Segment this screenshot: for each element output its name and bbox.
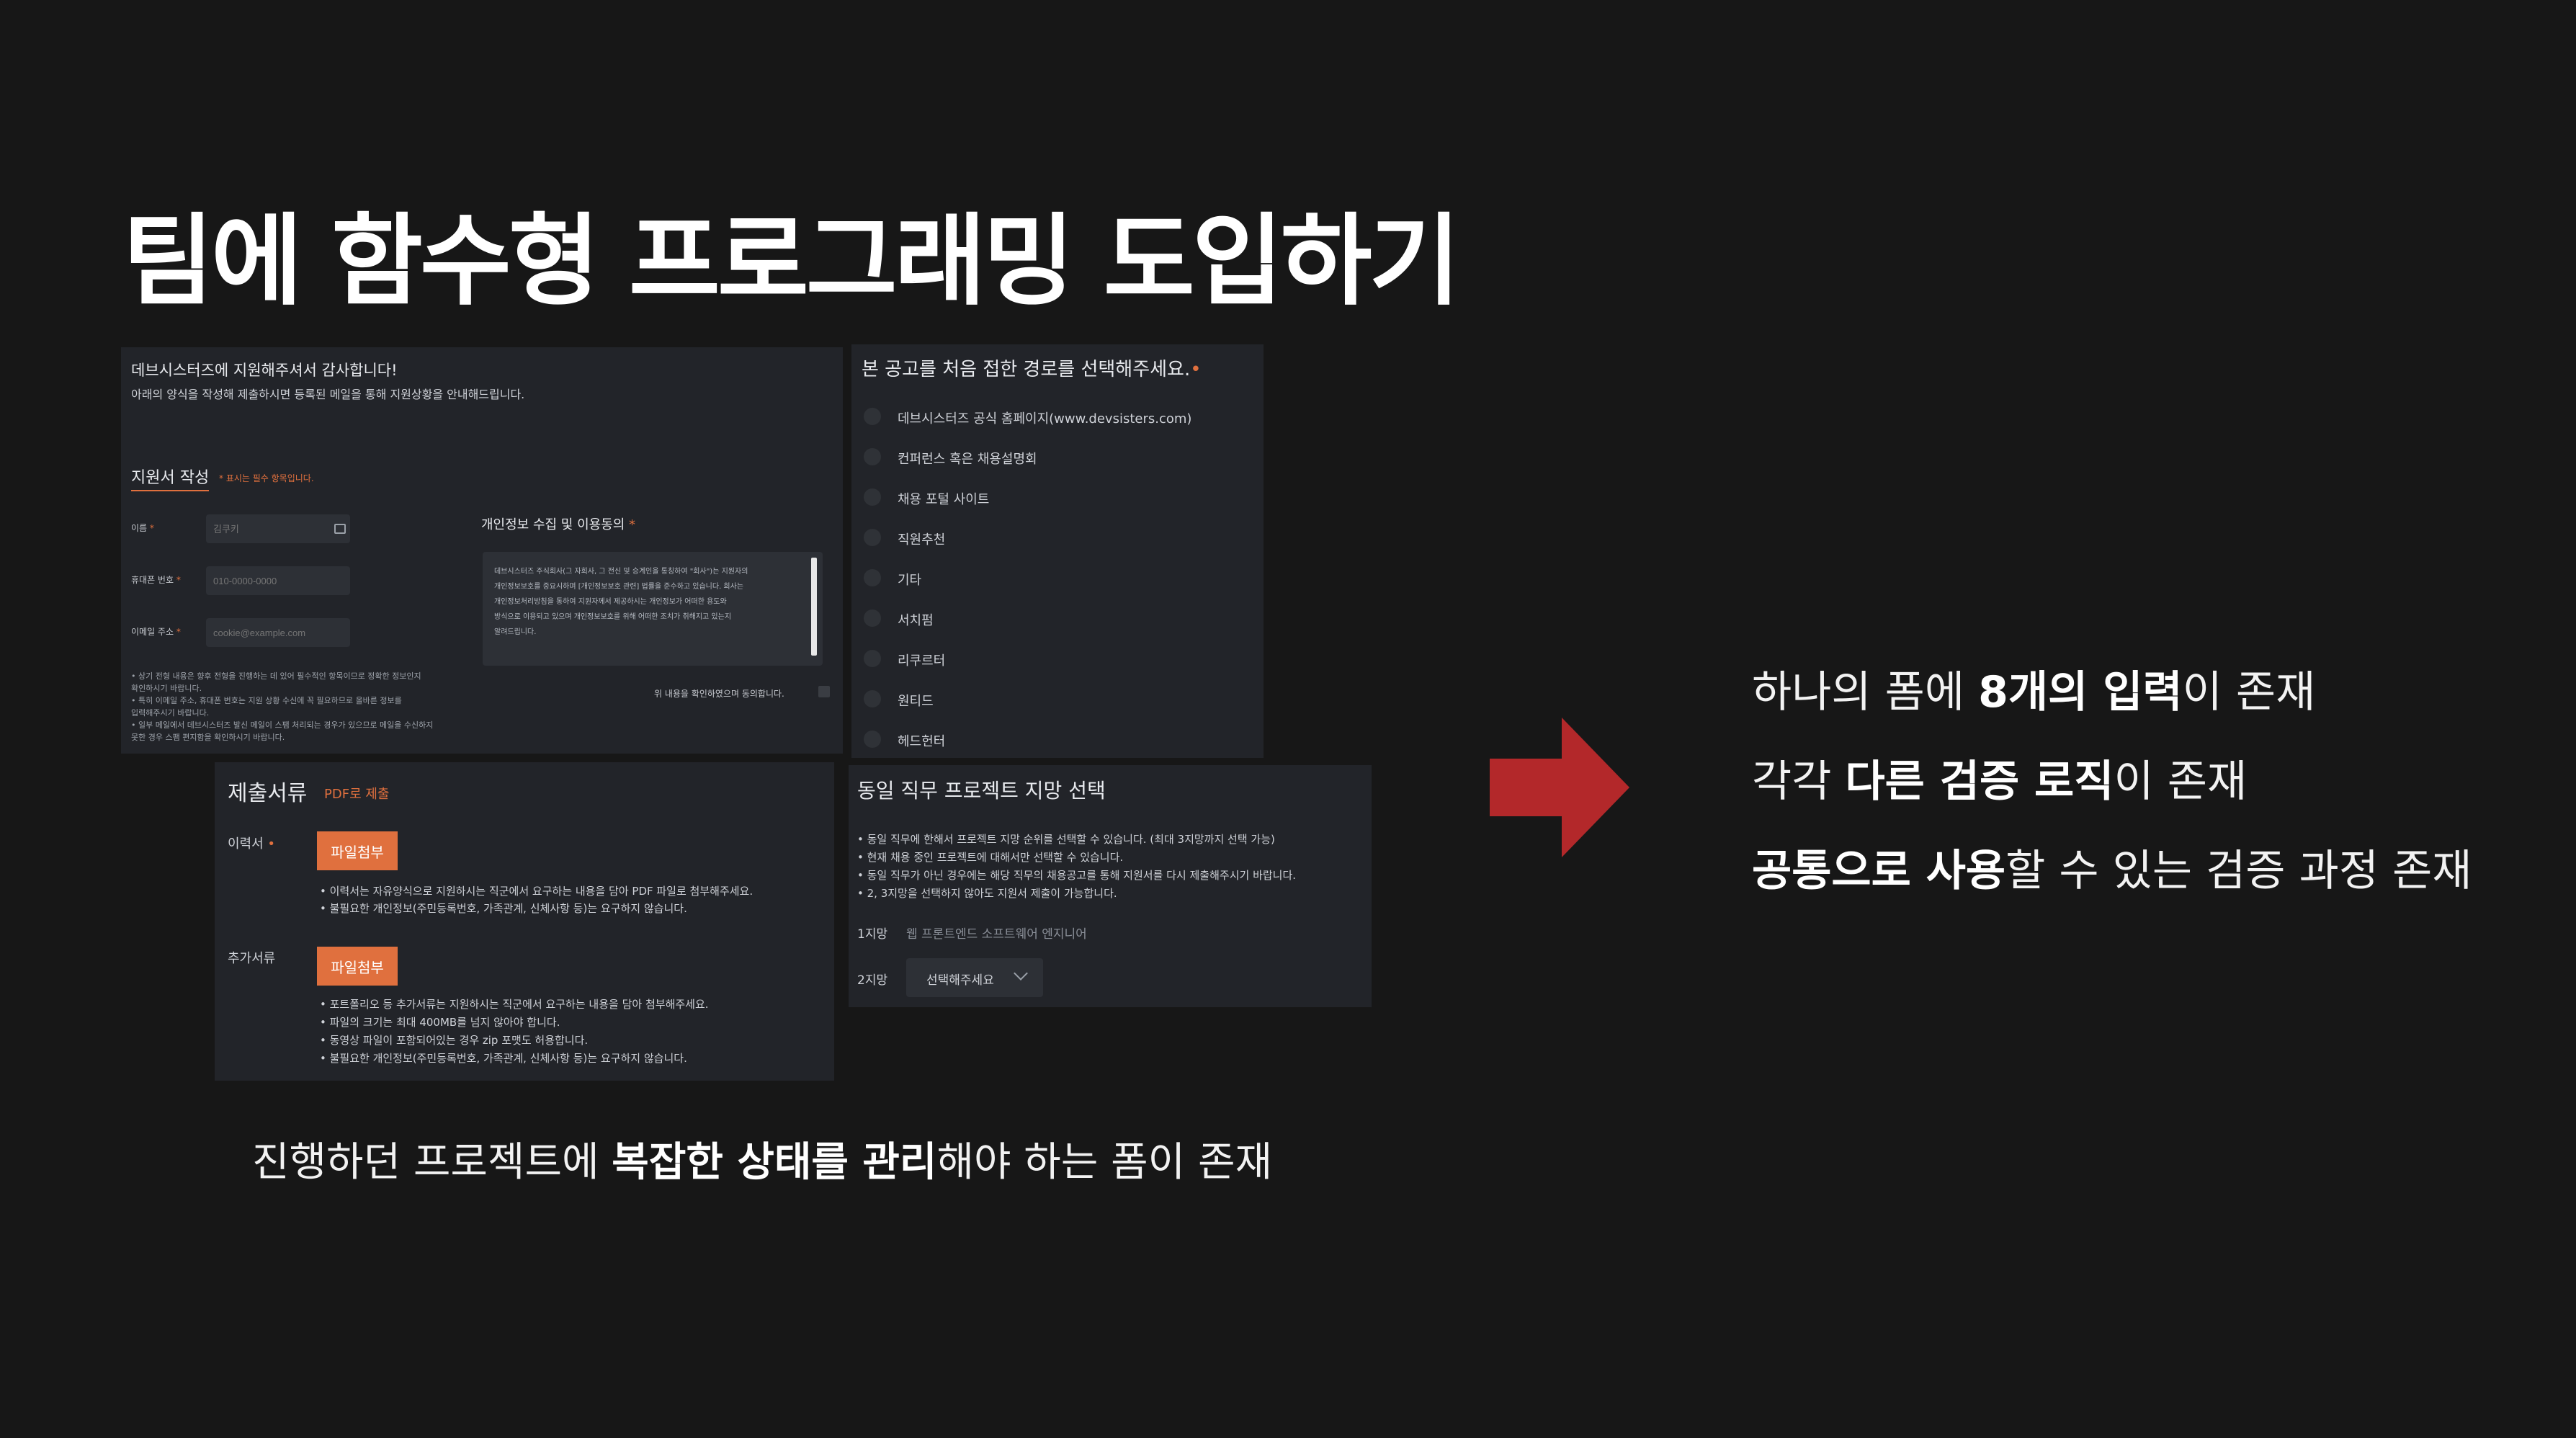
agree-checkbox[interactable] [818, 686, 830, 697]
source-question-panel: 본 공고를 처음 접한 경로를 선택해주세요.• 데브시스터즈 공식 홈페이지(… [851, 344, 1264, 758]
form-note: 입력해주시기 바랍니다. [131, 708, 210, 718]
bullet-inputs: 하나의 폼에 8개의 입력이 존재 [1752, 667, 2316, 718]
extra-docs-note: • 포트폴리오 등 추가서류는 지원하시는 직군에서 요구하는 내용을 담아 첨… [320, 998, 709, 1011]
source-option-label: 원티드 [898, 694, 934, 709]
resume-note: • 불필요한 개인정보(주민등록번호, 가족관계, 신체사항 등)는 요구하지 … [320, 902, 687, 915]
chevron-down-icon [1014, 966, 1028, 981]
privacy-title: 개인정보 수집 및 이용동의 * [481, 517, 636, 532]
privacy-line: 개인정보보호를 중요시하며 [개인정보보호 관련] 법률을 준수하고 있습니다.… [494, 583, 744, 591]
privacy-scrollbar[interactable] [811, 558, 817, 656]
project-note: • 동일 직무가 아닌 경우에는 해당 직무의 채용공고를 통해 지원서를 다시… [857, 869, 1297, 882]
bullet-common: 공통으로 사용할 수 있는 검증 과정 존재 [1752, 846, 2472, 896]
project-title: 동일 직무 프로젝트 지망 선택 [857, 779, 1106, 803]
project-note: • 동일 직무에 한해서 프로젝트 지망 순위를 선택할 수 있습니다. (최대… [857, 833, 1275, 846]
source-question: 본 공고를 처음 접한 경로를 선택해주세요.• [862, 359, 1202, 380]
project-note: • 2, 3지망을 선택하지 않아도 지원서 제출이 가능합니다. [857, 887, 1117, 900]
arrow-right-icon [1490, 718, 1629, 857]
source-option-label: 직원추천 [898, 532, 946, 548]
form-note: 확인하시기 바랍니다. [131, 684, 202, 693]
resume-attach-button[interactable]: 파일첨부 [317, 831, 398, 870]
resume-note: • 이력서는 자유양식으로 지원하시는 직군에서 요구하는 내용을 담아 PDF… [320, 885, 753, 898]
email-input[interactable] [206, 618, 350, 647]
contact-card-icon [334, 524, 346, 534]
application-form-panel: 데브시스터즈에 지원해주셔서 감사합니다! 아래의 양식을 작성해 제출하시면 … [121, 347, 843, 754]
form-subheading: 아래의 양식을 작성해 제출하시면 등록된 메일을 통해 지원상황을 안내해드립… [131, 388, 525, 401]
form-note: 못한 경우 스팸 편지함을 확인하시기 바랍니다. [131, 733, 285, 742]
resume-label: 이력서 • [228, 836, 276, 852]
required-note: * 표시는 필수 항목입니다. [219, 473, 314, 483]
extra-docs-attach-button[interactable]: 파일첨부 [317, 947, 398, 986]
source-option-label: 헤드헌터 [898, 734, 946, 749]
source-option-label: 데브시스터즈 공식 홈페이지(www.devsisters.com) [898, 411, 1192, 427]
name-label: 이름 * [131, 523, 154, 533]
source-option-radio[interactable] [864, 529, 881, 546]
slide-caption: 진행하던 프로젝트에 복잡한 상태를 관리해야 하는 폼이 존재 [252, 1139, 1273, 1186]
documents-panel: 제출서류 PDF로 제출 이력서 • 파일첨부 • 이력서는 자유양식으로 지원… [215, 762, 834, 1081]
first-choice-label: 1지망 [857, 927, 888, 942]
source-option-radio[interactable] [864, 731, 881, 748]
source-option-radio[interactable] [864, 408, 881, 425]
source-option-radio[interactable] [864, 690, 881, 707]
extra-docs-label: 추가서류 [228, 951, 276, 966]
project-preference-panel: 동일 직무 프로젝트 지망 선택 • 동일 직무에 한해서 프로젝트 지망 순위… [849, 765, 1372, 1007]
source-option-radio[interactable] [864, 488, 881, 506]
form-note: • 일부 메일에서 데브시스터즈 발신 메일이 스팸 처리되는 경우가 있으므로… [131, 720, 434, 730]
form-note: • 특히 이메일 주소, 휴대폰 번호는 지원 상황 수신에 꼭 필요하므로 올… [131, 696, 402, 705]
source-option-label: 서치펌 [898, 613, 934, 628]
source-option-label: 리쿠르터 [898, 653, 946, 669]
project-note: • 현재 채용 중인 프로젝트에 대해서만 선택할 수 있습니다. [857, 851, 1124, 864]
second-choice-value: 선택해주세요 [926, 973, 994, 988]
documents-note: PDF로 제출 [324, 787, 390, 802]
phone-input[interactable] [206, 566, 350, 595]
source-option-label: 기타 [898, 573, 922, 588]
email-label: 이메일 주소 * [131, 627, 181, 637]
bullet-validation: 각각 다른 검증 로직이 존재 [1752, 756, 2248, 807]
privacy-line: 데브시스터즈 주식회사(그 자회사, 그 전신 및 승계인을 통칭하여 "회사"… [494, 568, 748, 576]
extra-docs-note: • 파일의 크기는 최대 400MB를 넘지 않아야 합니다. [320, 1016, 560, 1029]
privacy-line: 알려드립니다. [494, 628, 537, 636]
section-title: 지원서 작성 [131, 465, 210, 491]
privacy-terms-box[interactable]: 데브시스터즈 주식회사(그 자회사, 그 전신 및 승계인을 통칭하여 "회사"… [483, 552, 823, 666]
second-choice-label: 2지망 [857, 973, 888, 988]
source-option-radio[interactable] [864, 448, 881, 465]
source-option-radio[interactable] [864, 569, 881, 586]
agree-text: 위 내용을 확인하였으며 동의합니다. [654, 689, 784, 699]
form-note: • 상기 전형 내용은 향후 전형을 진행하는 데 있어 필수적인 항목이므로 … [131, 671, 421, 681]
source-option-radio[interactable] [864, 609, 881, 627]
privacy-line: 방식으로 이용되고 있으며 개인정보보호를 위해 어떠한 조치가 취해지고 있는… [494, 613, 732, 621]
extra-docs-note: • 동영상 파일이 포함되어있는 경우 zip 포맷도 허용합니다. [320, 1034, 589, 1047]
privacy-line: 개인정보처리방침을 통하여 지원자께서 제공하시는 개인정보가 어떠한 용도와 [494, 598, 727, 606]
slide-title: 팀에 함수형 프로그래밍 도입하기 [122, 203, 1461, 319]
first-choice-value: 웹 프론트엔드 소프트웨어 엔지니어 [906, 927, 1087, 942]
form-heading: 데브시스터즈에 지원해주셔서 감사합니다! [131, 362, 398, 379]
documents-title: 제출서류 [228, 781, 308, 806]
source-option-label: 컨퍼런스 혹은 채용설명회 [898, 452, 1037, 467]
source-option-label: 채용 포털 사이트 [898, 492, 990, 507]
source-option-radio[interactable] [864, 650, 881, 667]
extra-docs-note: • 불필요한 개인정보(주민등록번호, 가족관계, 신체사항 등)는 요구하지 … [320, 1052, 687, 1065]
second-choice-select[interactable]: 선택해주세요 [906, 958, 1043, 997]
name-input[interactable] [206, 514, 350, 543]
phone-label: 휴대폰 번호 * [131, 575, 181, 585]
